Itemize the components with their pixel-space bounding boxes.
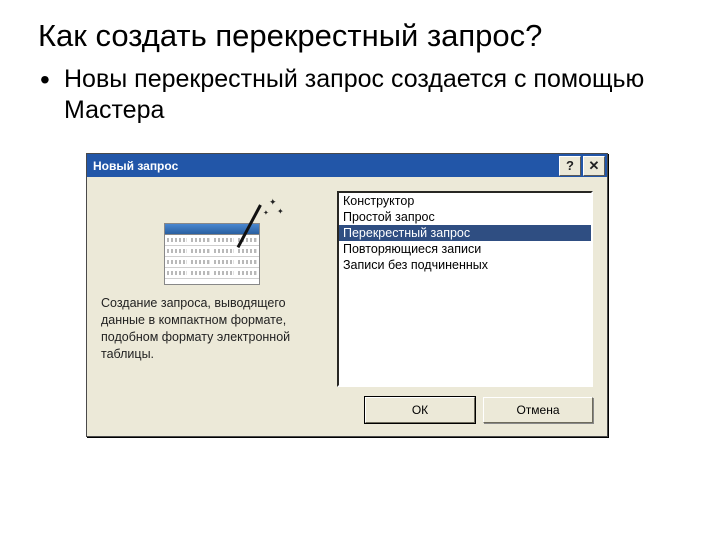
new-query-dialog: Новый запрос ? ✕ (86, 153, 608, 437)
help-button[interactable]: ? (559, 156, 581, 176)
dialog-description: Создание запроса, выводящего данные в ко… (101, 295, 323, 363)
ok-button[interactable]: ОК (365, 397, 475, 423)
list-item[interactable]: Повторяющиеся записи (339, 241, 591, 257)
query-type-list[interactable]: Конструктор Простой запрос Перекрестный … (337, 191, 593, 387)
cancel-button[interactable]: Отмена (483, 397, 593, 423)
dialog-titlebar: Новый запрос ? ✕ (87, 154, 607, 177)
list-item[interactable]: Простой запрос (339, 209, 591, 225)
slide-title: Как создать перекрестный запрос? (38, 18, 682, 54)
list-item[interactable]: Конструктор (339, 193, 591, 209)
magic-wand-icon: ✦ (233, 197, 287, 251)
dialog-title: Новый запрос (93, 159, 559, 173)
list-item[interactable]: Записи без подчиненных (339, 257, 591, 273)
slide-bullet: Новы перекрестный запрос создается с пом… (38, 64, 682, 125)
wizard-illustration: ✦ (101, 191, 323, 285)
close-button[interactable]: ✕ (583, 156, 605, 176)
list-item[interactable]: Перекрестный запрос (339, 225, 591, 241)
